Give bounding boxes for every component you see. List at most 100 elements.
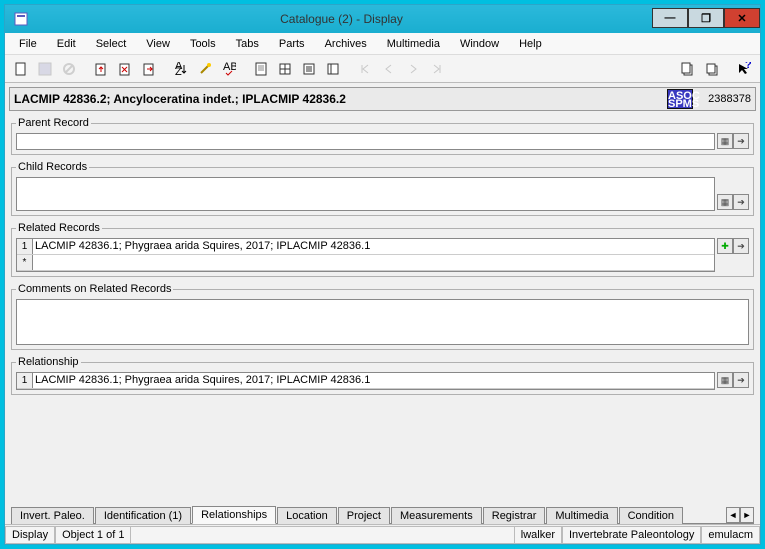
menu-file[interactable]: File	[11, 36, 45, 52]
toolbar: AZ ABC ?	[5, 55, 760, 83]
list-item[interactable]: 1 LACMIP 42836.1; Phygraea arida Squires…	[17, 239, 714, 255]
status-user: lwalker	[514, 526, 562, 544]
menu-tools[interactable]: Tools	[182, 36, 224, 52]
block-icon	[58, 58, 80, 80]
window-controls: — ❐ ✕	[652, 8, 760, 30]
parent-record-group: Parent Record ▦ ➔	[11, 117, 754, 155]
row-text: LACMIP 42836.1; Phygraea arida Squires, …	[33, 373, 714, 388]
relationship-legend: Relationship	[16, 356, 81, 368]
tab-scroll: ◄ ►	[726, 507, 754, 523]
menu-select[interactable]: Select	[88, 36, 135, 52]
child-records-group: Child Records ▦ ➔	[11, 161, 754, 216]
svg-text:?: ?	[745, 62, 751, 71]
related-records-group: Related Records 1 LACMIP 42836.1; Phygra…	[11, 222, 754, 277]
copy-doc-icon[interactable]	[677, 58, 699, 80]
nav-last-icon	[426, 58, 448, 80]
tab-registrar[interactable]: Registrar	[483, 507, 546, 524]
help-cursor-icon[interactable]: ?	[733, 58, 755, 80]
record-title: LACMIP 42836.2; Ancyloceratina indet.; I…	[10, 92, 667, 106]
tab-invert-paleo[interactable]: Invert. Paleo.	[11, 507, 94, 524]
multi-doc-icon[interactable]	[701, 58, 723, 80]
menu-parts[interactable]: Parts	[271, 36, 313, 52]
detail-icon[interactable]	[322, 58, 344, 80]
menu-archives[interactable]: Archives	[317, 36, 375, 52]
tab-project[interactable]: Project	[338, 507, 390, 524]
minimize-button[interactable]: —	[652, 8, 688, 28]
parent-open-button[interactable]: ➔	[733, 133, 749, 149]
status-system: emulacm	[701, 526, 760, 544]
relationship-group: Relationship 1 LACMIP 42836.1; Phygraea …	[11, 356, 754, 395]
grid-icon[interactable]	[274, 58, 296, 80]
menu-tabs[interactable]: Tabs	[228, 36, 267, 52]
tab-condition[interactable]: Condition	[619, 507, 683, 524]
list-icon[interactable]	[298, 58, 320, 80]
menubar: File Edit Select View Tools Tabs Parts A…	[5, 33, 760, 55]
app-icon	[11, 9, 31, 29]
row-text	[33, 255, 714, 270]
comments-group: Comments on Related Records	[11, 283, 754, 350]
tab-location[interactable]: Location	[277, 507, 337, 524]
relationship-list[interactable]: 1 LACMIP 42836.1; Phygraea arida Squires…	[16, 372, 715, 390]
menu-edit[interactable]: Edit	[49, 36, 84, 52]
tab-scroll-left-icon[interactable]: ◄	[726, 507, 740, 523]
new-icon[interactable]	[10, 58, 32, 80]
related-add-button[interactable]: ✚	[717, 238, 733, 254]
list-item[interactable]: *	[17, 255, 714, 271]
child-records-list[interactable]	[16, 177, 715, 211]
list-item[interactable]: 1 LACMIP 42836.1; Phygraea arida Squires…	[17, 373, 714, 389]
row-number: *	[17, 255, 33, 270]
menu-view[interactable]: View	[138, 36, 178, 52]
related-records-legend: Related Records	[16, 222, 102, 234]
doc-x-icon[interactable]	[114, 58, 136, 80]
app-window: Catalogue (2) - Display — ❐ ✕ File Edit …	[4, 4, 761, 545]
menu-window[interactable]: Window	[452, 36, 507, 52]
close-button[interactable]: ✕	[724, 8, 760, 28]
wand-icon[interactable]	[194, 58, 216, 80]
record-header: LACMIP 42836.2; Ancyloceratina indet.; I…	[9, 87, 756, 111]
record-id: 2388378	[695, 93, 755, 105]
menu-help[interactable]: Help	[511, 36, 550, 52]
svg-text:Z: Z	[175, 66, 182, 76]
status-spacer	[131, 526, 513, 544]
tab-relationships[interactable]: Relationships	[192, 506, 276, 524]
status-dept: Invertebrate Paleontology	[562, 526, 701, 544]
status-position: Object 1 of 1	[55, 526, 131, 544]
tab-scroll-right-icon[interactable]: ►	[740, 507, 754, 523]
relationship-attach-button[interactable]: ▦	[717, 372, 733, 388]
statusbar: Display Object 1 of 1 lwalker Invertebra…	[5, 524, 760, 544]
window-title: Catalogue (2) - Display	[31, 12, 652, 26]
doc-out-icon[interactable]	[138, 58, 160, 80]
child-attach-button[interactable]: ▦	[717, 194, 733, 210]
parent-attach-button[interactable]: ▦	[717, 133, 733, 149]
titlebar: Catalogue (2) - Display — ❐ ✕	[5, 5, 760, 33]
nav-first-icon	[354, 58, 376, 80]
maximize-button[interactable]: ❐	[688, 8, 724, 28]
save-icon	[34, 58, 56, 80]
page-icon[interactable]	[250, 58, 272, 80]
row-text: LACMIP 42836.1; Phygraea arida Squires, …	[33, 239, 714, 254]
comments-legend: Comments on Related Records	[16, 283, 173, 295]
row-number: 1	[17, 239, 33, 254]
related-open-button[interactable]: ➔	[733, 238, 749, 254]
tab-multimedia[interactable]: Multimedia	[546, 507, 617, 524]
tab-measurements[interactable]: Measurements	[391, 507, 482, 524]
nav-next-icon	[402, 58, 424, 80]
tabstrip: Invert. Paleo. Identification (1) Relati…	[11, 502, 754, 524]
spellcheck-icon[interactable]: ABC	[218, 58, 240, 80]
related-records-list[interactable]: 1 LACMIP 42836.1; Phygraea arida Squires…	[16, 238, 715, 272]
nav-prev-icon	[378, 58, 400, 80]
parent-record-input[interactable]	[16, 133, 715, 150]
assoc-badge[interactable]: ASOCSPMS	[667, 89, 693, 109]
menu-multimedia[interactable]: Multimedia	[379, 36, 448, 52]
child-open-button[interactable]: ➔	[733, 194, 749, 210]
content-area: Parent Record ▦ ➔ Child Records ▦ ➔	[11, 115, 754, 502]
comments-input[interactable]	[16, 299, 749, 345]
doc-up-icon[interactable]	[90, 58, 112, 80]
relationship-open-button[interactable]: ➔	[733, 372, 749, 388]
parent-record-legend: Parent Record	[16, 117, 91, 129]
svg-text:ABC: ABC	[223, 62, 236, 73]
sort-icon[interactable]: AZ	[170, 58, 192, 80]
child-records-legend: Child Records	[16, 161, 89, 173]
status-mode: Display	[5, 526, 55, 544]
tab-identification[interactable]: Identification (1)	[95, 507, 191, 524]
